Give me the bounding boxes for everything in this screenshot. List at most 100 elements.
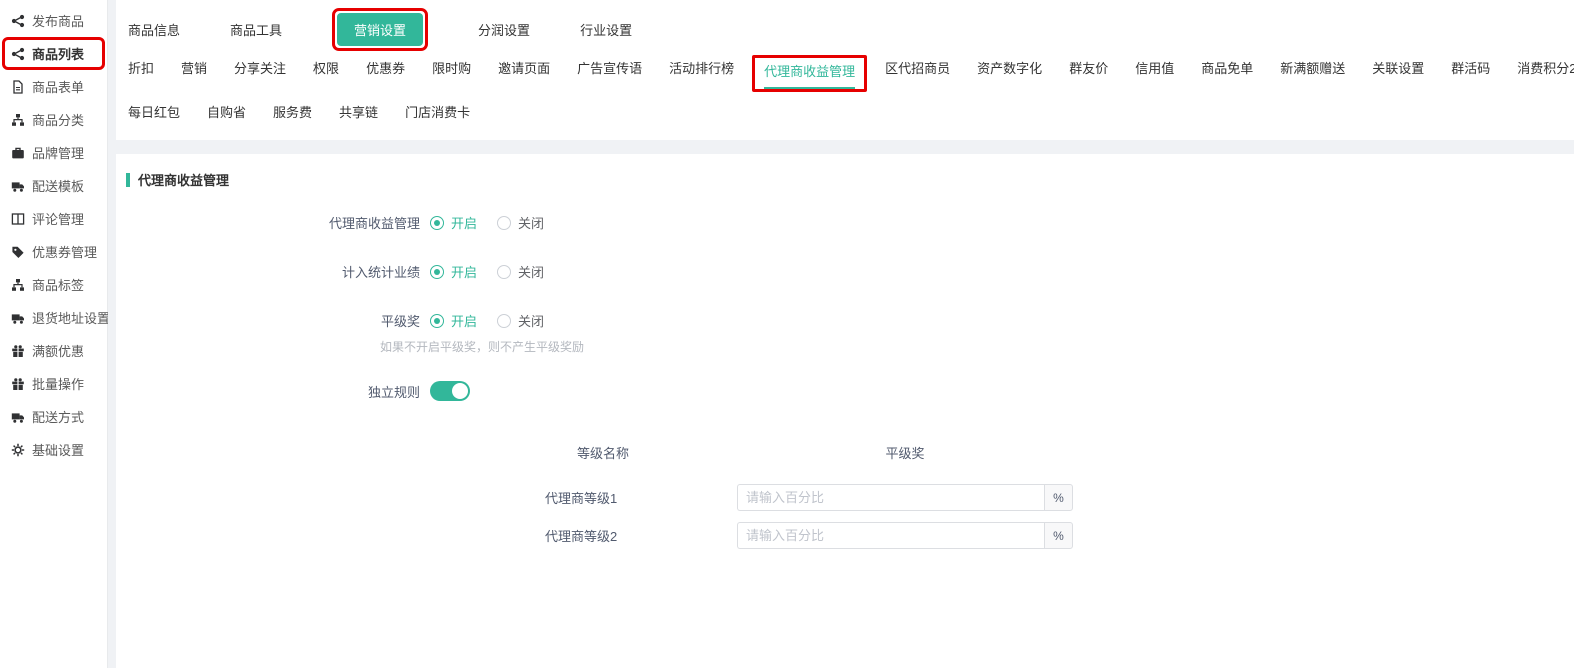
sub-tab-wrap: 分享关注 xyxy=(234,58,286,84)
sub-tab[interactable]: 分享关注 xyxy=(234,58,286,84)
sub-tab[interactable]: 代理商收益管理 xyxy=(764,61,855,89)
independent-rule-toggle[interactable] xyxy=(430,381,470,401)
sidebar-item[interactable]: 发布商品 xyxy=(0,4,107,37)
sub-tab[interactable]: 权限 xyxy=(313,58,339,84)
primary-tab[interactable]: 商品信息 xyxy=(128,20,180,39)
primary-tab[interactable]: 行业设置 xyxy=(580,20,632,39)
column-header-peer-award: 平级奖 xyxy=(737,443,1073,462)
primary-tab-wrap: 商品工具 xyxy=(230,20,282,39)
sub-tab-wrap: 自购省 xyxy=(207,102,246,128)
primary-tab[interactable]: 分润设置 xyxy=(478,20,530,39)
radio-option[interactable]: 开启 xyxy=(430,311,477,330)
sidebar-item[interactable]: 商品分类 xyxy=(0,103,107,136)
sub-tab-wrap: 群活码 xyxy=(1451,58,1490,84)
radio-option-label: 关闭 xyxy=(518,262,544,281)
sub-tab-wrap: 营销 xyxy=(181,58,207,84)
sub-tab[interactable]: 营销 xyxy=(181,58,207,84)
share-nodes-icon xyxy=(11,14,25,28)
grade-table-header: 等级名称 平级奖 xyxy=(545,443,1574,462)
sidebar-item[interactable]: 商品标签 xyxy=(0,268,107,301)
share-nodes-icon xyxy=(11,47,25,61)
field-label: 代理商收益管理 xyxy=(126,213,430,232)
sub-tab-wrap: 限时购 xyxy=(432,58,471,84)
sidebar-item[interactable]: 配送方式 xyxy=(0,400,107,433)
sub-tab[interactable]: 邀请页面 xyxy=(498,58,550,84)
sub-tab[interactable]: 群友价 xyxy=(1069,58,1108,84)
sub-tab[interactable]: 广告宣传语 xyxy=(577,58,642,84)
truck-icon xyxy=(11,179,25,193)
grade-table: 等级名称 平级奖 代理商等级1%代理商等级2% xyxy=(545,443,1574,549)
percentage-input[interactable] xyxy=(737,522,1044,549)
sidebar-item[interactable]: 商品表单 xyxy=(0,70,107,103)
sub-tab[interactable]: 服务费 xyxy=(273,102,312,128)
sidebar-item[interactable]: 品牌管理 xyxy=(0,136,107,169)
sidebar-item-label: 优惠券管理 xyxy=(32,242,97,261)
grade-name: 代理商等级1 xyxy=(545,488,737,507)
sidebar-item[interactable]: 满额优惠 xyxy=(0,334,107,367)
sidebar-item[interactable]: 商品列表 xyxy=(2,37,105,70)
sub-tab[interactable]: 优惠券 xyxy=(366,58,405,84)
primary-tab-wrap: 营销设置 xyxy=(332,8,428,51)
radio-circle-icon xyxy=(497,265,511,279)
sub-tab[interactable]: 自购省 xyxy=(207,102,246,128)
sidebar-item[interactable]: 评论管理 xyxy=(0,202,107,235)
sitemap-icon xyxy=(11,113,25,127)
primary-tab[interactable]: 商品工具 xyxy=(230,20,282,39)
sub-tab[interactable]: 限时购 xyxy=(432,58,471,84)
app-root: 发布商品商品列表商品表单商品分类品牌管理配送模板评论管理优惠券管理商品标签退货地… xyxy=(0,0,1574,668)
field-label: 独立规则 xyxy=(126,382,430,401)
sub-tab[interactable]: 活动排行榜 xyxy=(669,58,734,84)
sidebar-item-label: 满额优惠 xyxy=(32,341,84,360)
radio-option[interactable]: 关闭 xyxy=(497,213,544,232)
sidebar-item[interactable]: 配送模板 xyxy=(0,169,107,202)
sidebar: 发布商品商品列表商品表单商品分类品牌管理配送模板评论管理优惠券管理商品标签退货地… xyxy=(0,0,108,668)
sub-tab-wrap: 活动排行榜 xyxy=(669,58,734,84)
briefcase-icon xyxy=(11,146,25,160)
primary-tab[interactable]: 营销设置 xyxy=(337,13,423,46)
sidebar-item[interactable]: 基础设置 xyxy=(0,433,107,466)
sub-tab[interactable]: 消费积分2 xyxy=(1517,58,1574,84)
primary-tab-bar: 商品信息 商品工具 营销设置 分润设置 行业设置 xyxy=(128,12,1574,46)
radio-option-label: 关闭 xyxy=(518,213,544,232)
sub-tab[interactable]: 共享链 xyxy=(339,102,378,128)
sub-tab[interactable]: 门店消费卡 xyxy=(405,102,470,128)
sub-tab-wrap: 消费积分2 xyxy=(1517,58,1574,84)
sidebar-item-label: 发布商品 xyxy=(32,11,84,30)
percent-suffix: % xyxy=(1044,484,1073,511)
sub-tab[interactable]: 关联设置 xyxy=(1372,58,1424,84)
sub-tab[interactable]: 信用值 xyxy=(1135,58,1174,84)
radio-option-label: 开启 xyxy=(451,213,477,232)
radio-circle-icon xyxy=(430,216,444,230)
sub-tab[interactable]: 群活码 xyxy=(1451,58,1490,84)
sub-tab[interactable]: 新满额赠送 xyxy=(1280,58,1345,84)
form-row: 独立规则 xyxy=(126,381,1574,401)
sidebar-item[interactable]: 批量操作 xyxy=(0,367,107,400)
section-header: 代理商收益管理 xyxy=(126,170,1574,189)
sidebar-menu: 发布商品商品列表商品表单商品分类品牌管理配送模板评论管理优惠券管理商品标签退货地… xyxy=(0,4,107,466)
percentage-input[interactable] xyxy=(737,484,1044,511)
radio-option[interactable]: 关闭 xyxy=(497,311,544,330)
sub-tab-wrap: 每日红包 xyxy=(128,102,180,128)
radio-group: 开启 关闭 xyxy=(430,262,544,281)
sidebar-item[interactable]: 优惠券管理 xyxy=(0,235,107,268)
sub-tab-wrap: 关联设置 xyxy=(1372,58,1424,84)
radio-option[interactable]: 关闭 xyxy=(497,262,544,281)
radio-option[interactable]: 开启 xyxy=(430,213,477,232)
sidebar-item[interactable]: 退货地址设置 xyxy=(0,301,107,334)
gift-icon xyxy=(11,344,25,358)
percentage-input-group: % xyxy=(737,484,1073,511)
primary-tab-wrap: 分润设置 xyxy=(478,20,530,39)
sub-tab[interactable]: 区代招商员 xyxy=(885,58,950,84)
sub-tab[interactable]: 折扣 xyxy=(128,58,154,84)
sub-tab[interactable]: 资产数字化 xyxy=(977,58,1042,84)
sub-tab[interactable]: 商品免单 xyxy=(1201,58,1253,84)
sidebar-item-label: 配送模板 xyxy=(32,176,84,195)
sub-tab-wrap: 优惠券 xyxy=(366,58,405,84)
sub-tab-wrap: 信用值 xyxy=(1135,58,1174,84)
radio-option[interactable]: 开启 xyxy=(430,262,477,281)
sub-tab[interactable]: 每日红包 xyxy=(128,102,180,128)
sidebar-item-label: 批量操作 xyxy=(32,374,84,393)
form-row: 平级奖开启关闭 xyxy=(126,311,1574,330)
sub-tab-wrap: 广告宣传语 xyxy=(577,58,642,84)
sub-tab-wrap: 群友价 xyxy=(1069,58,1108,84)
